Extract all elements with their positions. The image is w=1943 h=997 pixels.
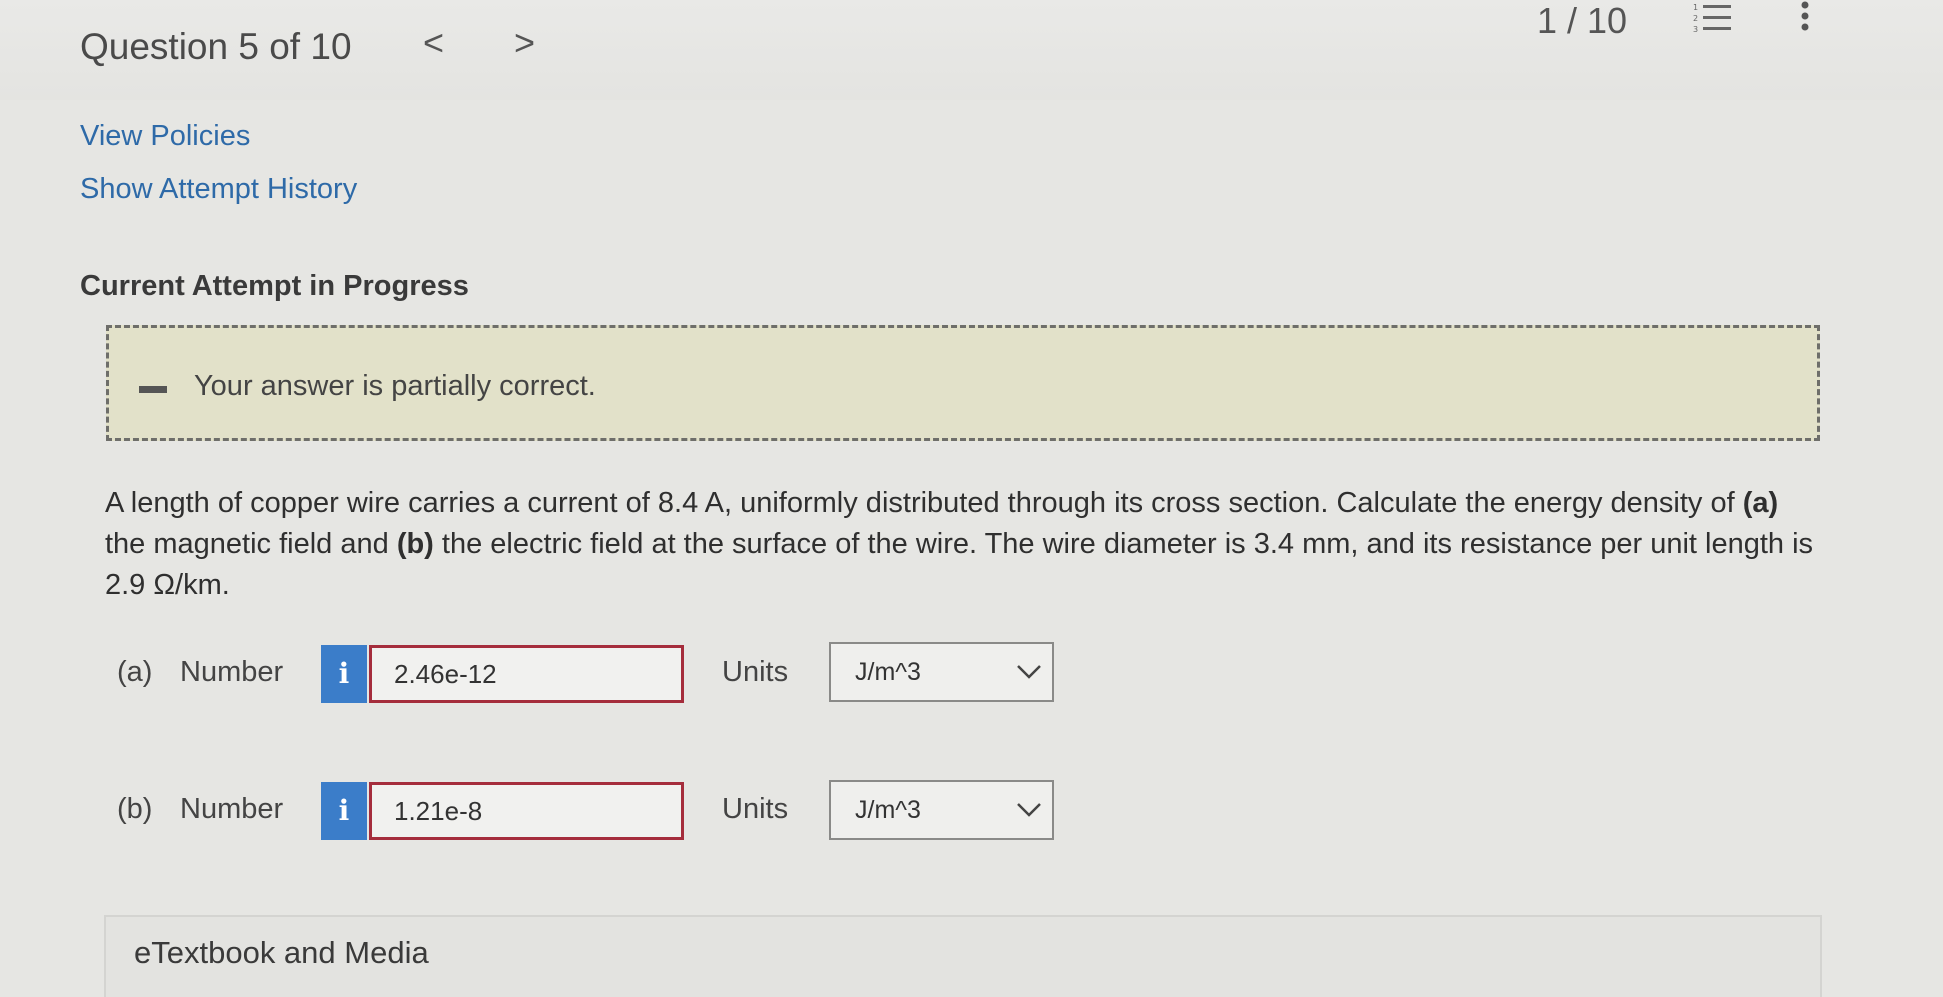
part-a-info-button[interactable]: i — [321, 645, 367, 703]
etextbook-media-label: eTextbook and Media — [134, 935, 429, 970]
part-b-units-value: J/m^3 — [855, 796, 921, 824]
etextbook-media-panel[interactable]: eTextbook and Media — [104, 915, 1822, 997]
svg-text:3: 3 — [1693, 25, 1698, 34]
chevron-down-icon — [1017, 665, 1041, 679]
part-a-units-select[interactable]: J/m^3 — [829, 642, 1054, 702]
previous-question-button[interactable]: < — [423, 22, 444, 64]
chevron-down-icon — [1017, 803, 1041, 817]
question-text-part-1: A length of copper wire carries a curren… — [105, 487, 1743, 519]
svg-text:1: 1 — [1693, 3, 1698, 12]
question-text: A length of copper wire carries a curren… — [105, 483, 1815, 606]
part-a-units-label: Units — [722, 656, 789, 688]
attempt-status-heading: Current Attempt in Progress — [80, 270, 469, 302]
part-b-number-input[interactable] — [369, 782, 684, 840]
question-part-a-tag: (a) — [1742, 487, 1779, 519]
list-icon[interactable]: 1 2 3 — [1693, 2, 1733, 36]
part-b-units-select[interactable]: J/m^3 — [829, 780, 1054, 840]
view-policies-link[interactable]: View Policies — [80, 120, 250, 153]
part-b-number-label: Number — [180, 793, 284, 825]
more-vertical-icon[interactable] — [1795, 0, 1815, 36]
page-count: 1 / 10 — [1537, 0, 1628, 41]
part-a-label: (a) — [117, 656, 153, 688]
part-b-label: (b) — [117, 793, 153, 825]
next-question-button[interactable]: > — [514, 22, 535, 64]
show-attempt-history-link[interactable]: Show Attempt History — [80, 173, 357, 206]
minus-icon — [139, 386, 167, 393]
question-counter: Question 5 of 10 — [80, 26, 352, 67]
part-b-info-button[interactable]: i — [321, 782, 367, 840]
part-a-number-label: Number — [180, 656, 284, 688]
part-a-number-input[interactable] — [369, 645, 684, 703]
part-b-units-label: Units — [722, 793, 789, 825]
svg-text:2: 2 — [1693, 14, 1698, 23]
question-text-part-2: the magnetic field and — [105, 528, 397, 560]
feedback-text: Your answer is partially correct. — [194, 370, 596, 402]
feedback-box: Your answer is partially correct. — [106, 325, 1820, 441]
part-a-units-value: J/m^3 — [855, 658, 921, 686]
question-part-b-tag: (b) — [396, 528, 434, 560]
